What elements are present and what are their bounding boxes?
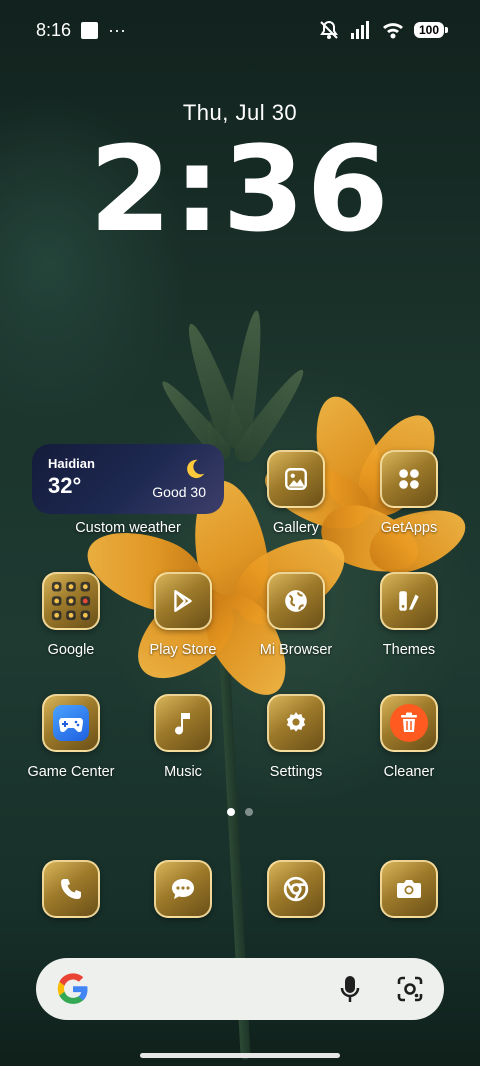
play-store-icon[interactable] xyxy=(154,572,212,630)
getapps-icon[interactable] xyxy=(380,450,438,508)
status-bar: 8:16 ··· 100 xyxy=(0,0,480,60)
settings-gear-icon[interactable] xyxy=(267,694,325,752)
page-dot-1[interactable] xyxy=(227,808,235,816)
microphone-icon[interactable] xyxy=(340,975,360,1003)
camera-icon[interactable] xyxy=(380,860,438,918)
gallery-icon[interactable] xyxy=(267,450,325,508)
signal-icon xyxy=(350,21,372,39)
wifi-icon xyxy=(382,21,404,39)
themes-icon[interactable] xyxy=(380,572,438,630)
dock-messages[interactable] xyxy=(127,860,239,918)
google-logo-icon[interactable] xyxy=(56,972,90,1006)
weather-widget[interactable]: Haidian 32° Good 30 xyxy=(32,444,224,514)
music-note-icon[interactable] xyxy=(154,694,212,752)
messages-icon[interactable] xyxy=(154,860,212,918)
app-label-game-center: Game Center xyxy=(27,764,115,780)
app-label-gallery: Gallery xyxy=(273,520,319,536)
gesture-navigation-bar[interactable] xyxy=(140,1053,340,1058)
notification-square-icon xyxy=(81,21,99,39)
app-label-google: Google xyxy=(47,642,95,658)
weather-air-quality: Good 30 xyxy=(152,484,206,500)
clock-time[interactable]: 2:36 xyxy=(0,130,480,248)
app-cleaner[interactable]: Cleaner xyxy=(353,694,465,780)
google-folder-icon[interactable] xyxy=(42,572,100,630)
google-search-bar[interactable] xyxy=(36,958,444,1020)
dock-camera[interactable] xyxy=(353,860,465,918)
dock-phone[interactable] xyxy=(15,860,127,918)
app-label-settings: Settings xyxy=(269,764,323,780)
app-music[interactable]: Music xyxy=(127,694,239,780)
app-label-cleaner: Cleaner xyxy=(383,764,435,780)
app-label-getapps: GetApps xyxy=(380,520,438,536)
chrome-icon[interactable] xyxy=(267,860,325,918)
app-getapps[interactable]: GetApps xyxy=(353,450,465,536)
status-time: 8:16 xyxy=(36,19,72,40)
app-play-store[interactable]: Play Store xyxy=(127,572,239,658)
battery-icon: 100 xyxy=(413,22,449,38)
app-mi-browser[interactable]: Mi Browser xyxy=(240,572,352,658)
weather-widget-label: Custom weather xyxy=(75,520,181,536)
app-label-mi-browser: Mi Browser xyxy=(259,642,333,658)
phone-icon[interactable] xyxy=(42,860,100,918)
cleaner-icon[interactable] xyxy=(380,694,438,752)
browser-globe-icon[interactable] xyxy=(267,572,325,630)
app-settings[interactable]: Settings xyxy=(240,694,352,780)
app-gallery[interactable]: Gallery xyxy=(240,450,352,536)
game-center-icon[interactable] xyxy=(42,694,100,752)
app-label-play-store: Play Store xyxy=(149,642,217,658)
mute-vibrate-icon xyxy=(318,20,340,40)
app-label-themes: Themes xyxy=(382,642,436,658)
page-dot-2[interactable] xyxy=(245,808,253,816)
page-indicator xyxy=(0,808,480,816)
more-notifications-icon: ··· xyxy=(108,19,127,40)
app-game-center[interactable]: Game Center xyxy=(15,694,127,780)
app-google-folder[interactable]: Google xyxy=(15,572,127,658)
dock-chrome[interactable] xyxy=(240,860,352,918)
app-label-music: Music xyxy=(164,764,202,780)
google-lens-icon[interactable] xyxy=(396,975,424,1003)
app-themes[interactable]: Themes xyxy=(353,572,465,658)
moon-icon xyxy=(187,459,205,479)
